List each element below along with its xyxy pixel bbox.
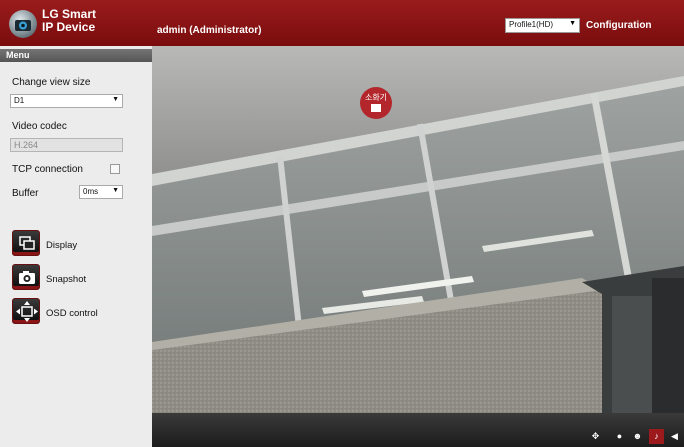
video-codec-value: H.264 [14, 140, 39, 150]
chevron-down-icon: ▼ [112, 187, 119, 194]
change-view-size-label: Change view size [12, 77, 91, 88]
profile-value: Profile1(HD) [509, 20, 554, 29]
snapshot-button[interactable] [12, 264, 40, 290]
display-label[interactable]: Display [46, 240, 77, 251]
chevron-down-icon: ▼ [569, 20, 576, 27]
buffer-select[interactable]: 0ms ▼ [79, 185, 123, 199]
osd-move-icon [16, 301, 38, 322]
extinguisher-sign-text: 소화기 [365, 93, 387, 102]
view-size-value: D1 [14, 96, 25, 105]
record-button[interactable]: ● [612, 429, 627, 444]
camera-video-feed[interactable]: 소화기 [152, 46, 684, 413]
chevron-down-icon: ▼ [112, 96, 119, 103]
menu-header: Menu [0, 49, 152, 62]
sidebar: Menu Change view size D1 ▼ Video codec H… [0, 46, 152, 447]
snapshot-label[interactable]: Snapshot [46, 274, 86, 285]
current-user: admin (Administrator) [157, 25, 262, 36]
display-button[interactable] [12, 230, 40, 256]
display-icon [19, 236, 35, 250]
video-codec-label: Video codec [12, 121, 67, 132]
menu-title: Menu [6, 50, 30, 60]
tcp-connection-label: TCP connection [12, 164, 83, 175]
camera-scene: 소화기 [152, 46, 684, 413]
top-header: LG Smart IP Device admin (Administrator)… [0, 0, 684, 46]
lg-logo-icon [9, 10, 37, 38]
video-control-bar: ✥ ● ☻ ♪ ◀ [152, 413, 684, 447]
configuration-link[interactable]: Configuration [586, 20, 652, 31]
buffer-value: 0ms [83, 187, 99, 196]
talk-icon: ☻ [632, 431, 643, 441]
talk-button[interactable]: ☻ [630, 429, 645, 444]
video-codec-field: H.264 [10, 138, 123, 152]
osd-control-button[interactable] [12, 298, 40, 324]
view-size-select[interactable]: D1 ▼ [10, 94, 123, 108]
buffer-label: Buffer [12, 188, 39, 199]
microphone-icon: ♪ [654, 431, 659, 441]
brand-title: LG Smart IP Device [42, 8, 96, 34]
ptz-icon: ✥ [591, 431, 600, 441]
ptz-button[interactable]: ✥ [588, 429, 603, 444]
speaker-icon: ◀ [671, 431, 678, 441]
brand-line2: IP Device [42, 20, 96, 34]
osd-control-label[interactable]: OSD control [46, 308, 98, 319]
speaker-button[interactable]: ◀ [667, 429, 682, 444]
profile-select[interactable]: Profile1(HD) ▼ [505, 18, 580, 33]
tcp-connection-checkbox[interactable] [110, 164, 120, 174]
camera-icon [19, 271, 35, 284]
microphone-button[interactable]: ♪ [649, 429, 664, 444]
record-icon: ● [616, 431, 623, 441]
